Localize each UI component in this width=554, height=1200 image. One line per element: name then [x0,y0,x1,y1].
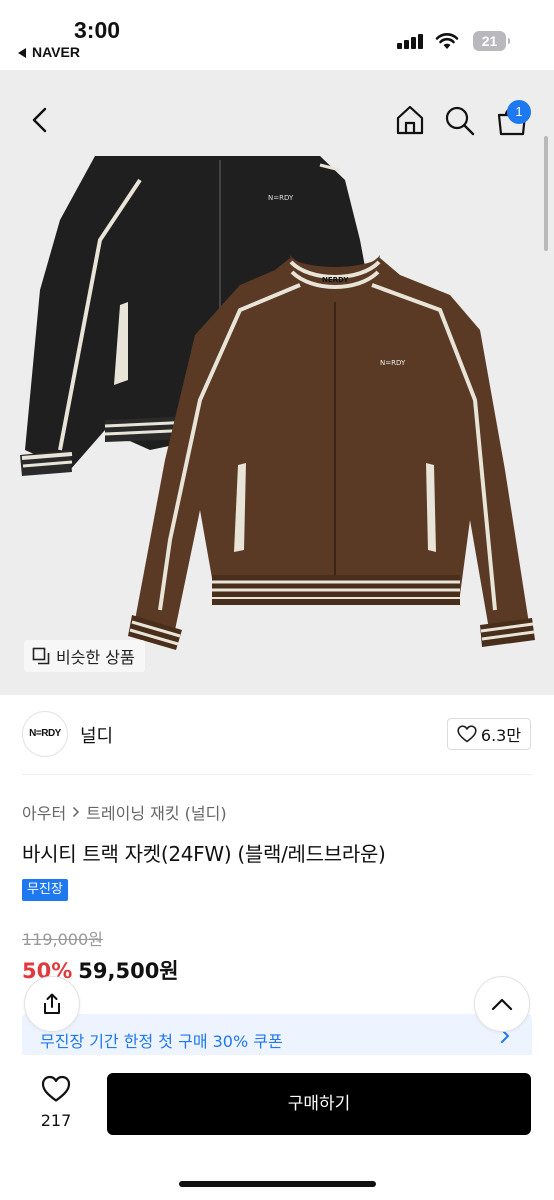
breadcrumb-category[interactable]: 아우터 [22,800,66,824]
product-image: N=RDY NERDY N=RDY [20,156,535,650]
wifi-icon [435,33,459,49]
divider [22,774,532,775]
brand-like-count: 6.3만 [480,726,522,745]
similar-items-icon [32,647,50,665]
sale-price: 59,500원 [78,959,179,983]
share-button[interactable] [24,976,80,1032]
search-icon[interactable] [444,105,476,137]
brown-jacket-logo: N=RDY [380,359,406,367]
cart-count-badge: 1 [507,100,531,124]
back-app-label: NAVER [32,44,80,60]
promo-tag: 무진장 [22,879,68,901]
collar-logo: NERDY [322,276,349,284]
brand-logo[interactable]: N=RDY [22,711,68,757]
scroll-top-button[interactable] [474,976,530,1032]
back-triangle-icon [18,48,26,59]
brand-name[interactable]: 널디 [80,722,113,748]
home-icon[interactable] [394,104,426,136]
wishlist-count: 217 [40,1111,72,1130]
status-time: 3:00 [74,17,121,43]
buy-button[interactable]: 구매하기 [107,1073,531,1135]
bottom-action-bar: 217 구매하기 [0,1055,554,1200]
battery-indicator: 21 [473,31,510,51]
top-nav: 1 [0,70,554,160]
cellular-signal-icon [397,33,423,49]
breadcrumb-chevron-icon [73,806,80,818]
back-to-app-link[interactable]: NAVER [18,44,80,60]
product-image-area[interactable]: N=RDY NERDY N=RDY 1 비슷한 상품 [0,70,554,695]
scrollbar[interactable] [544,136,548,251]
coupon-text: 무진장 기간 한정 첫 구매 30% 쿠폰 [40,1032,283,1051]
brand-row: N=RDY 널디 6.3만 [0,695,554,775]
home-indicator[interactable] [179,1181,376,1187]
black-jacket-logo: N=RDY [268,194,294,202]
share-icon [44,993,60,1014]
coupon-banner[interactable]: 무진장 기간 한정 첫 구매 30% 쿠폰 [22,1014,532,1060]
wishlist-button[interactable]: 217 [32,1075,80,1130]
breadcrumb: 아우터 트레이닝 재킷 (널디) [22,800,227,824]
similar-products-button[interactable]: 비슷한 상품 [24,640,145,672]
brand-like-button[interactable]: 6.3만 [447,718,531,750]
chevron-up-icon [491,998,513,1011]
heart-outline-icon [457,725,477,743]
original-price: 119,000원 [22,930,103,949]
back-chevron-icon[interactable] [28,106,52,134]
heart-icon [41,1075,71,1102]
product-title: 바시티 트랙 자켓(24FW) (블랙/레드브라운) [22,842,386,866]
status-bar: 3:00 NAVER 21 [0,0,554,70]
breadcrumb-subcategory[interactable]: 트레이닝 재킷 (널디) [86,800,226,824]
similar-products-label: 비슷한 상품 [56,648,135,667]
